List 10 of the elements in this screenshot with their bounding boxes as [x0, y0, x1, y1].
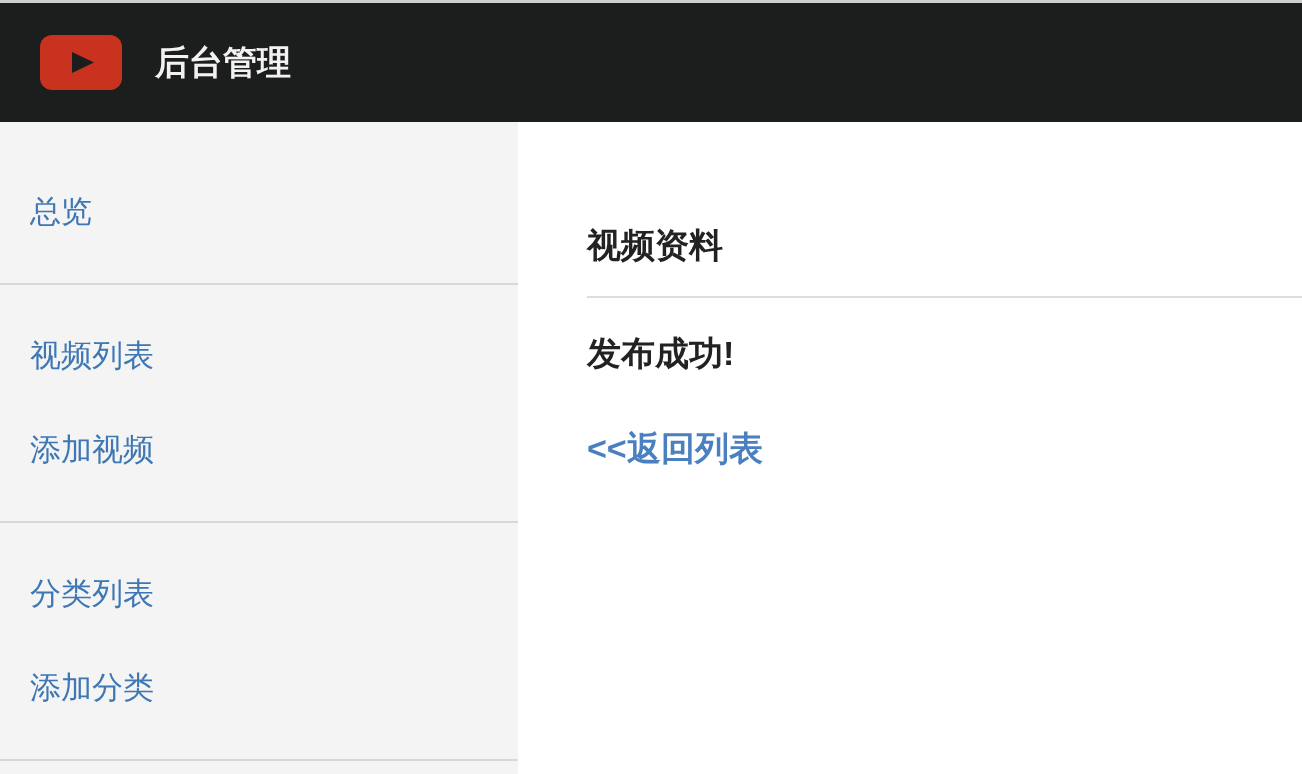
success-message: 发布成功!	[587, 333, 735, 374]
section-heading: 视频资料	[587, 225, 723, 266]
sidebar-link[interactable]: 总览	[30, 193, 92, 231]
back-link[interactable]: <<返回列表	[587, 426, 763, 470]
sidebar-link[interactable]: 视频列表	[30, 337, 154, 375]
sidebar-link[interactable]: 添加分类	[30, 669, 154, 707]
app-title: 后台管理	[155, 42, 291, 83]
play-logo-icon	[40, 35, 122, 90]
sidebar-link[interactable]: 分类列表	[30, 575, 154, 613]
sidebar-link[interactable]: 添加视频	[30, 431, 154, 469]
